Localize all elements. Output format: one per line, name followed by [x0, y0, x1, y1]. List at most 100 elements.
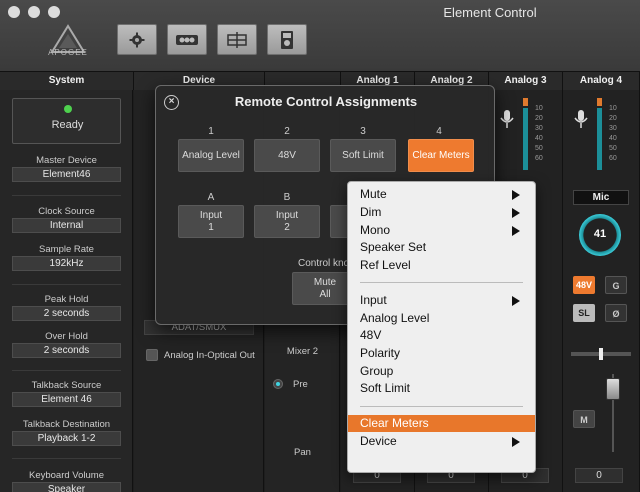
over-hold-label: Over Hold [45, 331, 88, 342]
menu-item-device[interactable]: Device [348, 433, 535, 450]
phantom-power-button[interactable]: 48V [573, 276, 595, 294]
level-meter [597, 108, 602, 170]
assignment-button-b[interactable]: Input 2 [254, 205, 320, 238]
menu-separator [360, 282, 523, 283]
pre-label: Pre [293, 379, 308, 390]
divider [12, 284, 121, 285]
level-meter [523, 108, 528, 170]
assignment-context-menu: Mute Dim Mono Speaker Set Ref Level Inpu… [347, 181, 536, 473]
gain-value: 41 [593, 228, 607, 240]
peak-indicator [523, 98, 528, 106]
menu-item-group[interactable]: Group [348, 363, 535, 380]
assignment-button-a[interactable]: Input 1 [178, 205, 244, 238]
mute-button[interactable]: M [573, 410, 595, 428]
master-device-label: Master Device [36, 155, 97, 166]
polarity-button[interactable]: Ø [605, 304, 627, 322]
control-knob-label: Control kno [298, 258, 350, 269]
column-header-system: System [0, 72, 134, 90]
group-button[interactable]: G [605, 276, 627, 294]
pre-radio[interactable] [273, 379, 283, 389]
submenu-arrow-icon [512, 190, 520, 200]
menu-item-48v[interactable]: 48V [348, 327, 535, 344]
grid-icon [227, 31, 247, 48]
menu-item-ref-level[interactable]: Ref Level [348, 257, 535, 274]
talkback-destination-select[interactable]: Playback 1-2 [12, 431, 121, 446]
status-box: Ready [12, 98, 121, 144]
dialog-title: Remote Control Assignments [234, 94, 418, 109]
assignment-button-4[interactable]: Clear Meters [408, 139, 474, 172]
menu-item-clear-meters[interactable]: Clear Meters [348, 415, 535, 432]
keyboard-volume-label: Keyboard Volume [29, 470, 104, 481]
submenu-arrow-icon [512, 296, 520, 306]
submenu-arrow-icon [512, 208, 520, 218]
window-title: Element Control [443, 5, 537, 20]
button-letter-label: B [283, 192, 291, 203]
mixer2-label: Mixer 2 [286, 346, 319, 357]
channel-strip-analog4: 10 20 30 40 50 60 Mic 41 48V G SL Ø M 0 [563, 90, 640, 492]
peak-hold-select[interactable]: 2 seconds [12, 306, 121, 321]
assignment-button-3[interactable]: Soft Limit [330, 139, 396, 172]
talkback-source-select[interactable]: Element 46 [12, 392, 121, 407]
settings-button[interactable] [117, 24, 157, 55]
submenu-arrow-icon [512, 437, 520, 447]
pan-label: Pan [294, 447, 311, 458]
sample-rate-select[interactable]: 192kHz [12, 256, 121, 271]
input-type-select[interactable]: Mic [573, 190, 629, 205]
button-number-label: 3 [360, 126, 366, 137]
column-header-analog4: Analog 4 [563, 72, 640, 90]
toolbar: Element Control APOGEE [0, 0, 640, 72]
column-header-analog3: Analog 3 [489, 72, 563, 90]
status-led-icon [64, 105, 72, 113]
soft-limit-button[interactable]: SL [573, 304, 595, 322]
peak-indicator [597, 98, 602, 106]
logo-text: APOGEE [48, 48, 88, 57]
optical-out-checkbox[interactable] [146, 349, 158, 361]
menu-item-analog-level[interactable]: Analog Level [348, 310, 535, 327]
io-button[interactable] [167, 24, 207, 55]
system-panel: Ready Master Device Element46 Clock Sour… [0, 90, 133, 492]
clock-source-select[interactable]: Internal [12, 218, 121, 233]
volume-fader[interactable] [606, 378, 620, 400]
divider [12, 195, 121, 196]
talkback-destination-label: Talkback Destination [22, 419, 111, 430]
optical-out-label: Analog In-Optical Out [164, 350, 255, 361]
divider [12, 370, 121, 371]
clock-source-label: Clock Source [38, 206, 95, 217]
assignment-button-1[interactable]: Analog Level [178, 139, 244, 172]
status-text: Ready [51, 119, 84, 131]
menu-item-mute[interactable]: Mute [348, 186, 535, 203]
button-letter-label: A [207, 192, 215, 203]
speaker-icon [281, 30, 293, 49]
submenu-arrow-icon [512, 226, 520, 236]
gain-knob[interactable]: 41 [579, 214, 621, 256]
button-number-label: 2 [284, 126, 290, 137]
menu-item-dim[interactable]: Dim [348, 204, 535, 221]
menu-item-speaker-set[interactable]: Speaker Set [348, 239, 535, 256]
menu-item-soft-limit[interactable]: Soft Limit [348, 380, 535, 397]
mixer-view-button[interactable] [217, 24, 257, 55]
divider [12, 458, 121, 459]
pan-slider-handle[interactable] [599, 348, 603, 360]
menu-item-mono[interactable]: Mono [348, 222, 535, 239]
button-number-label: 4 [436, 126, 442, 137]
gear-icon [129, 32, 145, 47]
mic-icon [500, 110, 514, 128]
menu-separator [360, 406, 523, 407]
peak-hold-label: Peak Hold [44, 294, 89, 305]
button-number-label: 1 [208, 126, 214, 137]
menu-item-polarity[interactable]: Polarity [348, 345, 535, 362]
app-window: Element Control APOGEE System Device Ana… [0, 0, 640, 492]
assignment-button-2[interactable]: 48V [254, 139, 320, 172]
talkback-source-label: Talkback Source [31, 380, 102, 391]
mic-icon [574, 110, 588, 128]
menu-item-input[interactable]: Input [348, 292, 535, 309]
device-button[interactable] [267, 24, 307, 55]
over-hold-select[interactable]: 2 seconds [12, 343, 121, 358]
master-device-select[interactable]: Element46 [12, 167, 121, 182]
io-icon [176, 34, 198, 45]
fader-value: 0 [575, 468, 623, 483]
sample-rate-label: Sample Rate [39, 244, 94, 255]
keyboard-volume-select[interactable]: Speaker [12, 482, 121, 492]
meter-scale: 10 20 30 40 50 60 [609, 105, 617, 162]
meter-scale: 10 20 30 40 50 60 [535, 105, 543, 162]
